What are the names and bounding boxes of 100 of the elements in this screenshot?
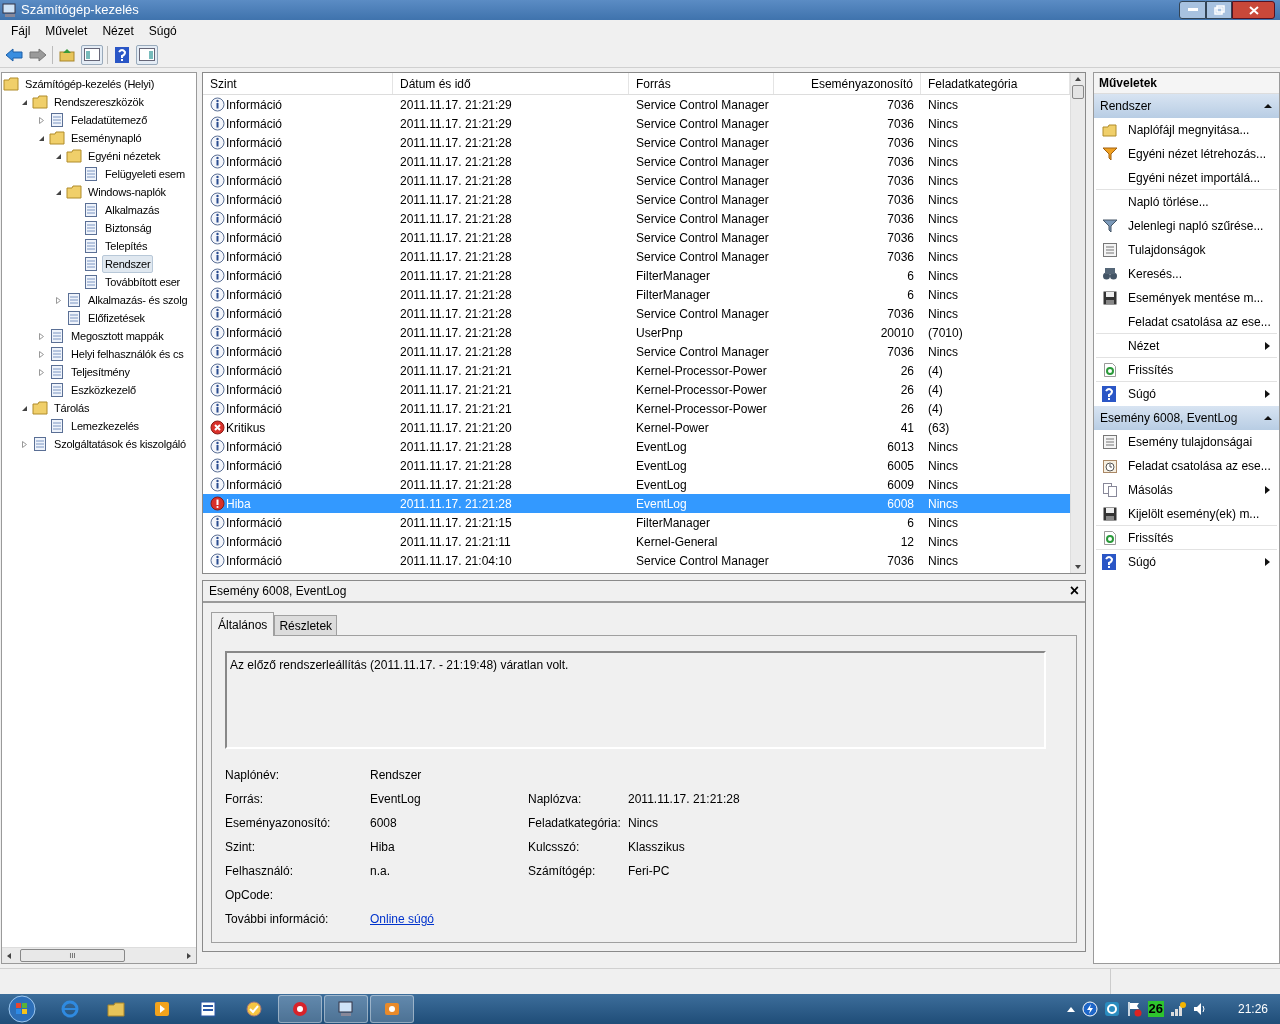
table-row[interactable]: Információ 2011.11.17. 21:21:15 FilterManager 6 Nincs: [203, 513, 1070, 532]
tree-item[interactable]: Számítógép-kezelés (Helyi): [22, 74, 158, 94]
show-hide-tree-button[interactable]: [81, 44, 103, 65]
table-row[interactable]: Kritikus 2011.11.17. 21:21:20 Kernel-Power 41 (63): [203, 418, 1070, 437]
action-item[interactable]: Feladat csatolása az ese...: [1096, 310, 1277, 334]
action-item[interactable]: Események mentése m...: [1096, 286, 1277, 310]
column-header[interactable]: Eseményazonosító: [774, 73, 921, 94]
tray-badge[interactable]: 26: [1147, 1001, 1164, 1017]
action-item[interactable]: Tulajdonságok: [1096, 238, 1277, 262]
table-cell-text: 2011.11.17. 21:21:28: [399, 438, 513, 456]
table-row[interactable]: Információ 2011.11.17. 21:21:21 Kernel-Processor-Power 26 (4): [203, 361, 1070, 380]
tree-item[interactable]: Továbbított eser: [102, 272, 184, 292]
info-icon: [210, 382, 225, 397]
action-item[interactable]: Esemény tulajdonságai: [1096, 430, 1277, 454]
menu-item[interactable]: Súgó: [141, 22, 184, 40]
tree-item[interactable]: Eszközkezelő: [68, 380, 139, 400]
action-item[interactable]: Egyéni nézet létrehozás...: [1096, 142, 1277, 166]
tree-item[interactable]: Felügyeleti esem: [102, 164, 188, 184]
tree-item[interactable]: Megosztott mappák: [68, 326, 167, 346]
tree-item[interactable]: Telepítés: [102, 236, 151, 256]
action-item[interactable]: Frissítés: [1096, 526, 1277, 550]
section-header[interactable]: Rendszer: [1094, 94, 1279, 118]
table-row[interactable]: Információ 2011.11.17. 21:21:21 Kernel-Processor-Power 26 (4): [203, 399, 1070, 418]
collapsed-arrow-icon[interactable]: [20, 439, 29, 449]
tree-item[interactable]: Alkalmazás- és szolg: [85, 290, 191, 310]
table-row[interactable]: Információ 2011.11.17. 21:21:29 Service Control Manager 7036 Nincs: [203, 95, 1070, 114]
action-item[interactable]: Súgó: [1096, 382, 1277, 406]
column-header[interactable]: Dátum és idő: [393, 73, 629, 94]
scrollbar-thumb[interactable]: [1072, 85, 1084, 99]
action-item[interactable]: Jelenlegi napló szűrése...: [1096, 214, 1277, 238]
tree-item[interactable]: Eseménynapló: [68, 128, 145, 148]
action-item[interactable]: Kijelölt esemény(ek) m...: [1096, 502, 1277, 526]
tree-item[interactable]: Lemezkezelés: [68, 416, 142, 436]
action-item[interactable]: Egyéni nézet importálá...: [1096, 166, 1277, 190]
help-button[interactable]: [112, 44, 132, 65]
section-header[interactable]: Esemény 6008, EventLog: [1094, 406, 1279, 430]
collapsed-arrow-icon[interactable]: [37, 331, 46, 341]
table-row[interactable]: Információ 2011.11.17. 21:21:11 Kernel-General 12 Nincs: [203, 532, 1070, 551]
action-item[interactable]: Feladat csatolása az ese...: [1096, 454, 1277, 478]
table-row[interactable]: Információ 2011.11.17. 21:21:28 Service Control Manager 7036 Nincs: [203, 190, 1070, 209]
tree-item[interactable]: Alkalmazás: [102, 200, 163, 220]
table-row[interactable]: Információ 2011.11.17. 21:21:28 FilterManager 6 Nincs: [203, 266, 1070, 285]
table-row[interactable]: Információ 2011.11.17. 21:21:28 EventLog 6005 Nincs: [203, 456, 1070, 475]
tree-item[interactable]: Előfizetések: [85, 308, 148, 328]
tree-item[interactable]: Tárolás: [51, 398, 93, 418]
action-item[interactable]: Napló törlése...: [1096, 190, 1277, 214]
vertical-scrollbar[interactable]: [1070, 73, 1085, 573]
table-row[interactable]: Információ 2011.11.17. 21:21:21 Kernel-Processor-Power 26 (4): [203, 380, 1070, 399]
table-row[interactable]: Információ 2011.11.17. 21:21:28 UserPnp 20010 (7010): [203, 323, 1070, 342]
collapsed-arrow-icon[interactable]: [37, 115, 46, 125]
horizontal-scrollbar[interactable]: III: [2, 947, 196, 963]
menu-item[interactable]: Művelet: [38, 22, 95, 40]
table-row[interactable]: Információ 2011.11.17. 21:21:28 Service Control Manager 7036 Nincs: [203, 304, 1070, 323]
tree-item[interactable]: Egyéni nézetek: [85, 146, 164, 166]
tree-item[interactable]: Windows-naplók: [85, 182, 169, 202]
column-header[interactable]: Forrás: [629, 73, 774, 94]
table-row[interactable]: Információ 2011.11.17. 21:21:28 Service Control Manager 7036 Nincs: [203, 209, 1070, 228]
action-item[interactable]: Súgó: [1096, 550, 1277, 574]
tab[interactable]: Általános: [211, 612, 275, 636]
close-button[interactable]: [1232, 1, 1275, 19]
action-item[interactable]: Keresés...: [1096, 262, 1277, 286]
maximize-button[interactable]: [1206, 1, 1232, 19]
table-row[interactable]: Információ 2011.11.17. 21:21:28 Service Control Manager 7036 Nincs: [203, 228, 1070, 247]
collapsed-arrow-icon[interactable]: [37, 349, 46, 359]
tree-item[interactable]: Teljesítmény: [68, 362, 133, 382]
menu-item[interactable]: Nézet: [95, 22, 141, 40]
action-item[interactable]: Frissítés: [1096, 358, 1277, 382]
table-row[interactable]: Információ 2011.11.17. 21:21:28 EventLog 6009 Nincs: [203, 475, 1070, 494]
table-cell-text: 2011.11.17. 21:21:28: [399, 457, 513, 475]
tree-item[interactable]: Rendszereszközök: [51, 92, 147, 112]
table-row[interactable]: Információ 2011.11.17. 21:21:28 Service Control Manager 7036 Nincs: [203, 152, 1070, 171]
action-item[interactable]: Nézet: [1096, 334, 1277, 358]
show-hide-action-pane-button[interactable]: [136, 44, 158, 65]
close-button[interactable]: ×: [1069, 583, 1079, 599]
action-item[interactable]: Naplófájl megnyitása...: [1096, 118, 1277, 142]
tree-item[interactable]: Feladatütemező: [68, 110, 151, 130]
tree-item[interactable]: Szolgáltatások és kiszolgáló: [51, 434, 189, 454]
table-row[interactable]: Információ 2011.11.17. 21:04:10 Service Control Manager 7036 Nincs: [203, 551, 1070, 570]
clock[interactable]: 21:26: [1237, 1000, 1268, 1018]
scrollbar-thumb[interactable]: III: [20, 949, 125, 962]
tab[interactable]: Részletek: [274, 615, 338, 635]
table-row[interactable]: Információ 2011.11.17. 21:21:28 Service Control Manager 7036 Nincs: [203, 342, 1070, 361]
table-row[interactable]: Információ 2011.11.17. 21:21:28 EventLog 6013 Nincs: [203, 437, 1070, 456]
table-row[interactable]: Információ 2011.11.17. 21:21:28 FilterManager 6 Nincs: [203, 285, 1070, 304]
help-link[interactable]: Online súgó: [370, 910, 435, 928]
column-header[interactable]: Szint: [203, 73, 393, 94]
action-item[interactable]: Másolás: [1096, 478, 1277, 502]
taskbar-button[interactable]: [324, 995, 368, 1023]
collapsed-arrow-icon[interactable]: [54, 295, 63, 305]
tree-item[interactable]: Helyi felhasználók és cs: [68, 344, 187, 364]
table-row[interactable]: Információ 2011.11.17. 21:21:28 Service Control Manager 7036 Nincs: [203, 247, 1070, 266]
table-row[interactable]: Információ 2011.11.17. 21:21:28 Service Control Manager 7036 Nincs: [203, 171, 1070, 190]
table-row[interactable]: Információ 2011.11.17. 21:21:28 Service Control Manager 7036 Nincs: [203, 133, 1070, 152]
tree-item[interactable]: Biztonság: [102, 218, 155, 238]
taskbar-button[interactable]: [370, 995, 414, 1023]
menu-item[interactable]: Fájl: [4, 22, 38, 40]
tree-item[interactable]: Rendszer: [102, 254, 154, 274]
table-row[interactable]: Információ 2011.11.17. 21:21:29 Service Control Manager 7036 Nincs: [203, 114, 1070, 133]
minimize-button[interactable]: [1179, 1, 1206, 19]
collapsed-arrow-icon[interactable]: [37, 367, 46, 377]
